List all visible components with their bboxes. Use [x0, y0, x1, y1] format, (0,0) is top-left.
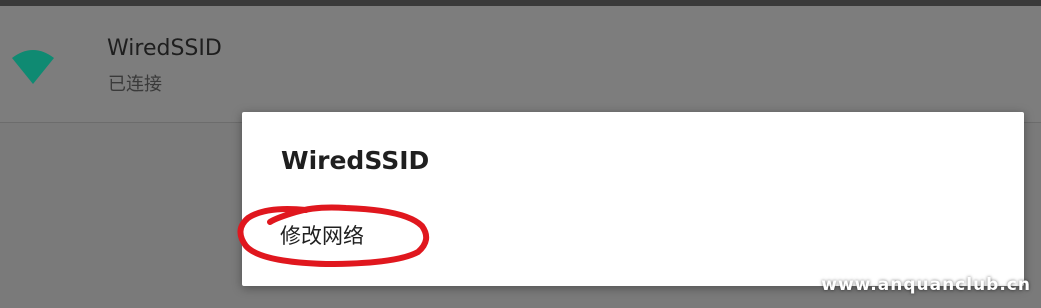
wifi-status: 已连接	[108, 74, 162, 95]
wifi-ssid: WiredSSID	[107, 36, 222, 61]
wifi-icon	[12, 50, 54, 84]
red-highlight-circle	[237, 204, 430, 268]
watermark: www.anquanclub.cn	[821, 275, 1031, 295]
dialog-title: WiredSSID	[281, 146, 430, 175]
wifi-network-item[interactable]: WiredSSID 已连接	[0, 6, 1041, 122]
